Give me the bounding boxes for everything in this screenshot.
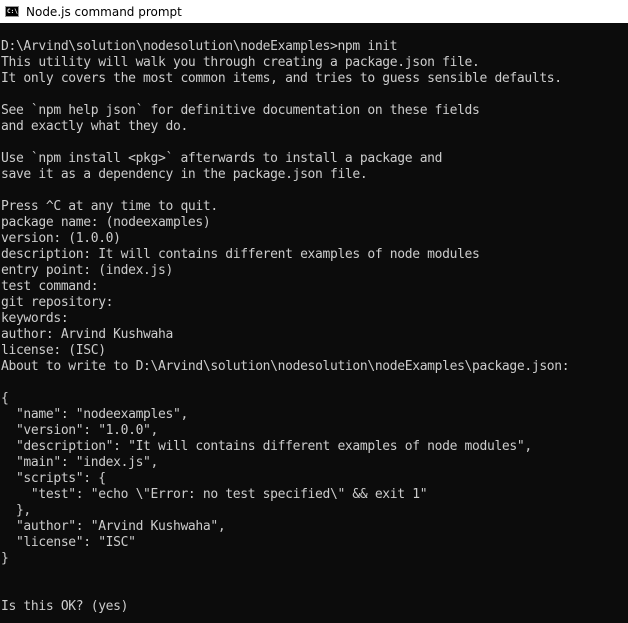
console-line: and exactly what they do. — [1, 119, 188, 134]
title-bar[interactable]: C:\ Node.js command prompt — [0, 0, 628, 23]
console-lines: D:\Arvind\solution\nodesolution\nodeExam… — [1, 39, 570, 615]
console-line: }, — [1, 503, 31, 518]
console-line: "version": "1.0.0", — [1, 423, 159, 438]
console-line: { — [1, 391, 9, 406]
console-icon-text: C:\ — [7, 7, 18, 15]
console-line: About to write to D:\Arvind\solution\nod… — [1, 359, 570, 374]
console-line: See `npm help json` for definitive docum… — [1, 103, 480, 118]
console-line: package name: (nodeexamples) — [1, 215, 211, 230]
console-line: keywords: — [1, 311, 69, 326]
console-line: license: (ISC) — [1, 343, 106, 358]
console-line: description: It will contains different … — [1, 247, 480, 262]
console-line: This utility will walk you through creat… — [1, 55, 480, 70]
window-title: Node.js command prompt — [26, 4, 182, 19]
console-line: D:\Arvind\solution\nodesolution\nodeExam… — [1, 39, 398, 54]
console-line: "test": "echo \"Error: no test specified… — [1, 487, 428, 502]
console-line: "license": "ISC" — [1, 535, 136, 550]
console-line: "author": "Arvind Kushwaha", — [1, 519, 226, 534]
console-line: Press ^C at any time to quit. — [1, 199, 218, 214]
console-line: entry point: (index.js) — [1, 263, 173, 278]
console-line: "scripts": { — [1, 471, 106, 486]
console-line: test command: — [1, 279, 99, 294]
console-line: "main": "index.js", — [1, 455, 159, 470]
console-line: Is this OK? (yes) — [1, 599, 129, 614]
console-line: } — [1, 551, 9, 566]
console-line: version: (1.0.0) — [1, 231, 121, 246]
console-line: It only covers the most common items, an… — [1, 71, 562, 86]
console-line: git repository: — [1, 295, 114, 310]
console-icon: C:\ — [5, 6, 19, 17]
console-line: save it as a dependency in the package.j… — [1, 167, 368, 182]
console-line: Use `npm install <pkg>` afterwards to in… — [1, 151, 443, 166]
console-line: "description": "It will contains differe… — [1, 439, 532, 454]
console-window: C:\ Node.js command prompt D:\Arvind\sol… — [0, 0, 628, 623]
console-output[interactable]: D:\Arvind\solution\nodesolution\nodeExam… — [0, 23, 628, 623]
console-line: "name": "nodeexamples", — [1, 407, 188, 422]
console-line: author: Arvind Kushwaha — [1, 327, 173, 342]
